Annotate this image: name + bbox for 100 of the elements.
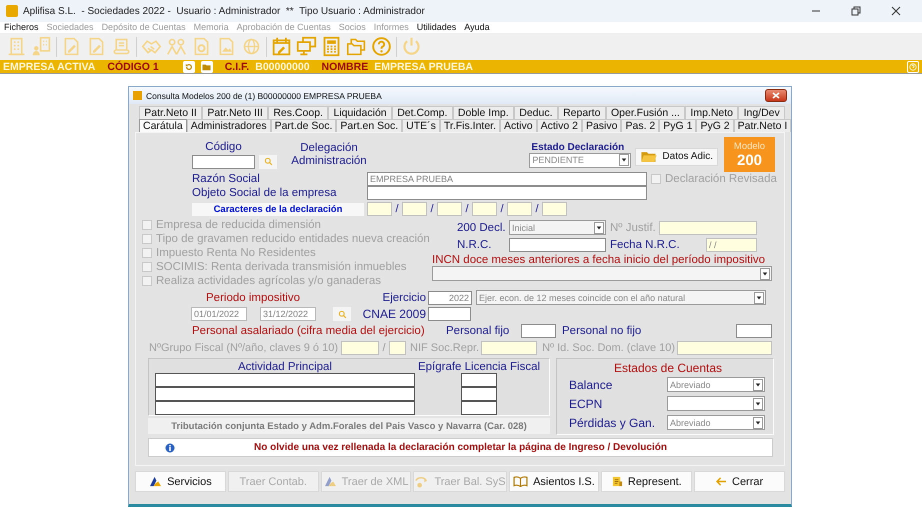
calculator-icon[interactable] (321, 36, 342, 57)
menu-item[interactable]: Ficheros (4, 22, 39, 33)
tab[interactable]: Activo 2 (536, 119, 582, 132)
app-icon (133, 91, 142, 100)
dialog-button[interactable]: Servicios (135, 471, 226, 492)
tab[interactable]: Patr.Neto I (734, 119, 792, 132)
arrow-left-icon (716, 477, 727, 486)
tab[interactable]: Oper.Fusión ... (606, 106, 686, 119)
text-field[interactable] (472, 202, 497, 216)
date-field[interactable]: / / (706, 238, 757, 252)
text-field[interactable] (542, 202, 567, 216)
tab[interactable]: Patr.Neto III (202, 106, 268, 119)
tab[interactable]: UTE´s (402, 119, 440, 132)
number-field[interactable] (736, 324, 772, 338)
field-label: ECPN (569, 396, 604, 410)
group-label: Actividad Principal (237, 361, 333, 373)
text-field[interactable] (155, 373, 415, 387)
curved-arrow-icon (414, 475, 430, 488)
badge-number: 200 (736, 152, 762, 168)
close-button[interactable] (765, 89, 787, 102)
tab[interactable]: Patr.Neto II (139, 106, 202, 119)
folders-icon[interactable] (346, 36, 367, 57)
checkbox-label: Empresa de reducida dimensión (156, 219, 321, 231)
date-field[interactable]: 01/01/2022 (191, 307, 247, 321)
text-field[interactable] (341, 341, 379, 355)
monitors-icon[interactable] (296, 36, 317, 57)
company-value: EMPRESA ACTIVA (3, 60, 96, 72)
calendar-icon[interactable] (271, 36, 292, 57)
tab[interactable]: Reparto (558, 106, 606, 119)
text-field[interactable] (509, 238, 606, 252)
tab[interactable]: Part.en Soc. (336, 119, 402, 132)
text-field[interactable] (461, 373, 497, 387)
section-label: Periodo impositivo (206, 292, 300, 304)
text-field[interactable] (461, 387, 497, 401)
text-field[interactable] (389, 341, 406, 355)
statement-dropdown[interactable]: Abreviado (667, 415, 765, 430)
dialog-button[interactable]: Cerrar (694, 471, 785, 492)
number-field[interactable] (521, 324, 556, 338)
tab[interactable]: Ing/Dev (738, 106, 786, 119)
tab[interactable]: Res.Coop. (268, 106, 328, 119)
text-field[interactable] (402, 202, 427, 216)
tab[interactable]: PyG 2 (696, 119, 734, 132)
menu-item[interactable]: Ayuda (464, 22, 490, 33)
text-field[interactable] (481, 341, 538, 355)
help-icon[interactable] (371, 36, 392, 57)
book-icon (513, 476, 528, 487)
joint-taxation-button[interactable]: Tributación conjunta Estado y Adm.Forales del Pais Vasco y Navarra (Car. 028) (148, 418, 550, 434)
search-button[interactable] (333, 307, 351, 321)
statement-dropdown[interactable]: Abreviado (667, 377, 765, 392)
tab[interactable]: Det.Comp. (392, 106, 453, 119)
caret-icon (753, 378, 763, 390)
text-field[interactable] (367, 202, 392, 216)
field-label: Delegación Administración (290, 142, 368, 168)
text-field[interactable] (367, 186, 647, 200)
checkbox-label: Declaración Revisada (665, 173, 777, 185)
notice-text: No olvide una vez rellenada la declaración completar la página de Ingreso / Devolución (253, 442, 668, 453)
status-dropdown[interactable]: PENDIENTE (529, 152, 632, 168)
text-field[interactable] (461, 401, 497, 415)
menu-item[interactable]: Utilidades (416, 22, 456, 33)
tab[interactable]: Imp.Neto (685, 106, 738, 119)
tab[interactable]: Pas. 2 (621, 119, 660, 132)
field-label: Código (204, 140, 243, 152)
text-field[interactable] (155, 387, 415, 401)
declaration-characters-button[interactable]: Caracteres de la declaración (192, 202, 364, 216)
tab[interactable]: Carátula (139, 119, 187, 132)
tab[interactable]: Part.de Soc. (270, 119, 336, 132)
year-field[interactable]: 2022 (428, 290, 472, 304)
dialog-button[interactable]: Asientos I.S. (508, 471, 600, 492)
tab[interactable]: Pasivo (582, 119, 622, 132)
tab[interactable]: Administradores (186, 119, 271, 132)
separator: / (464, 203, 470, 215)
tab[interactable]: PyG 1 (659, 119, 696, 132)
company-value: EMPRESA PRUEBA (374, 60, 474, 72)
text-field[interactable] (658, 220, 757, 234)
text-field[interactable] (507, 202, 532, 216)
search-button[interactable] (259, 154, 277, 168)
field-label: Fecha N.R.C. (610, 239, 681, 251)
field-label: Objeto Social de la empresa (192, 187, 338, 199)
text-field[interactable] (428, 307, 471, 321)
tab[interactable]: Liquidación (328, 106, 392, 119)
dialog-button[interactable]: Represent. (601, 471, 692, 492)
code-field[interactable] (192, 154, 255, 168)
tab[interactable]: Doble Imp. (452, 106, 514, 119)
amount-dropdown[interactable] (432, 266, 772, 281)
datos-button[interactable]: Datos Adic. (635, 148, 718, 166)
tab[interactable]: Deduc. (514, 106, 558, 119)
checkbox-label: Tipo de gravamen reducido entidades nueva creación (156, 233, 430, 245)
toolbar-button[interactable] (182, 60, 195, 72)
text-field[interactable] (677, 341, 772, 355)
date-field[interactable]: 31/12/2022 (260, 307, 316, 321)
folder-icon (202, 62, 212, 70)
text-field[interactable]: EMPRESA PRUEBA (367, 172, 647, 186)
tab[interactable]: Activo (500, 119, 537, 132)
toolbar-button[interactable] (200, 60, 213, 72)
text-field[interactable] (155, 401, 415, 415)
tab[interactable]: Tr.Fis.Inter. (440, 119, 500, 132)
field-label: N.R.C. (457, 239, 492, 251)
text-field[interactable] (437, 202, 462, 216)
statement-dropdown[interactable] (667, 396, 765, 411)
field-label: Personal fijo (446, 325, 510, 337)
